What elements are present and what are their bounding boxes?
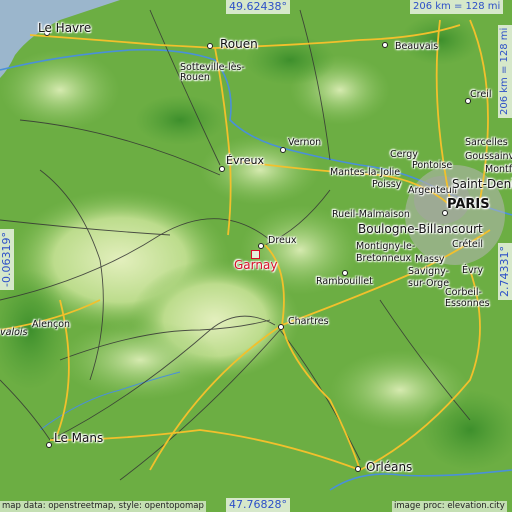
city-label-orleans: Orléans (366, 460, 413, 474)
city-label-pontoise: Pontoise (412, 160, 453, 171)
city-label-alencon: Alençon (32, 319, 71, 330)
city-dot (280, 147, 286, 153)
city-label-goussainville: Goussainville (465, 151, 512, 162)
city-label-valois: valois (0, 327, 28, 338)
city-label-evry: Évry (462, 265, 484, 276)
city-label-montfermeil: Montfe (485, 164, 512, 175)
city-label-paris: PARIS (447, 197, 490, 212)
city-dot (382, 42, 388, 48)
attribution-right: image proc: elevation.city (392, 501, 507, 512)
city-label-rueil: Rueil-Malmaison (332, 209, 410, 220)
attribution-left: map data: openstreetmap, style: opentopo… (0, 501, 206, 512)
city-label-argenteuil: Argenteuil (408, 185, 458, 196)
scale-right: 206 km = 128 mi (498, 24, 512, 118)
coord-left: -0.06319° (0, 229, 14, 290)
city-dot (355, 466, 361, 472)
city-label-beauvais: Beauvais (395, 41, 439, 52)
city-label-massy: Massy (415, 254, 445, 265)
city-label-rouen: Rouen (220, 37, 258, 51)
city-dot (278, 324, 284, 330)
city-label-dreux: Dreux (268, 235, 297, 246)
city-label-vernon: Vernon (288, 137, 322, 148)
target-label: Garnay (234, 258, 278, 272)
city-dot (207, 43, 213, 49)
scale-top: 206 km = 128 mi (410, 0, 504, 14)
city-dot (258, 243, 264, 249)
city-label-le-havre: Le Havre (38, 21, 92, 35)
city-label-corbeil: Corbeil-Essonnes (445, 287, 490, 310)
city-label-sotteville: Sotteville-lès-Rouen (180, 62, 245, 84)
coord-right: 2.74331° (498, 243, 512, 300)
city-label-creil: Creil (470, 89, 492, 100)
city-label-le-mans: Le Mans (54, 431, 104, 445)
city-label-chartres: Chartres (288, 316, 329, 327)
city-label-evreux: Évreux (226, 154, 264, 167)
city-label-creteil: Créteil (452, 239, 484, 250)
city-label-montigny: Montigny-le-Bretonneux (356, 241, 416, 264)
city-label-mantes: Mantes-la-Jolie (330, 167, 401, 178)
city-label-cergy: Cergy (390, 149, 418, 160)
city-label-rambouillet: Rambouillet (316, 276, 373, 287)
city-dot (46, 442, 52, 448)
city-dot (219, 166, 225, 172)
coord-bottom: 47.76828° (226, 498, 290, 512)
map[interactable]: Garnay Le Havre Rouen Sotteville-lès-Rou… (0, 0, 512, 512)
coord-top: 49.62438° (226, 0, 290, 14)
city-label-sarcelles: Sarcelles (465, 137, 508, 148)
city-label-poissy: Poissy (372, 179, 402, 190)
city-label-boulogne: Boulogne-Billancourt (358, 222, 483, 236)
city-label-saint-denis: Saint-Denis (452, 177, 512, 191)
